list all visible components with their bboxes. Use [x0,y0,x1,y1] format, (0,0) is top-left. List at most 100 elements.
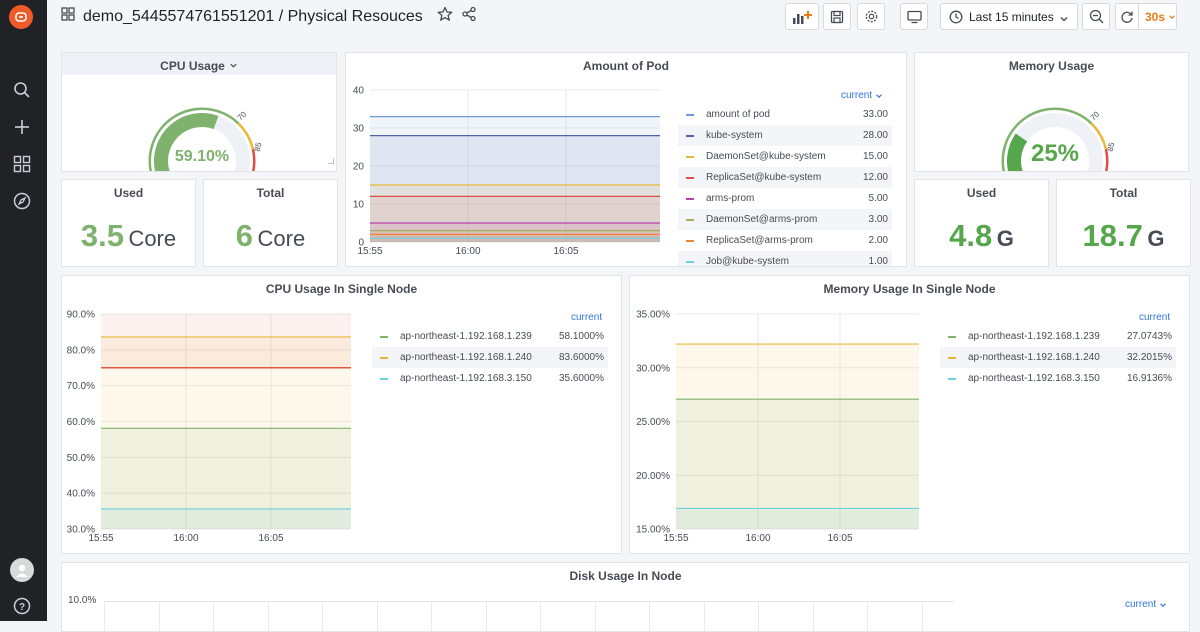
legend-header-label[interactable]: current [571,312,602,323]
svg-text:?: ? [19,602,25,613]
legend-item[interactable]: arms-prom 5.00 [678,188,892,209]
legend-series-name[interactable]: kube-system [706,130,863,141]
grid-line [703,602,705,631]
legend-series-name[interactable]: ap-northeast-1.192.168.3.150 [968,373,1127,384]
legend-current-value: 2.00 [868,235,888,246]
panel-title[interactable]: CPU Usage In Single Node [62,282,621,296]
clock-icon [949,10,963,23]
refresh-picker[interactable]: 30s [1115,3,1177,30]
chevron-down-icon[interactable] [229,59,238,73]
memory-node-legend: ap-northeast-1.192.168.1.239 27.0743% ap-n… [940,326,1176,389]
legend-series-name[interactable]: DaemonSet@kube-system [706,151,863,162]
legend-series-name[interactable]: ReplicaSet@arms-prom [706,235,869,246]
legend-header-label[interactable]: current [1139,312,1170,323]
chevron-down-icon [876,93,882,98]
y-axis-tick: 40.0% [67,489,95,500]
legend-item[interactable]: ap-northeast-1.192.168.1.239 58.1000% [372,326,608,347]
legend-series-name[interactable]: ap-northeast-1.192.168.1.240 [400,352,559,363]
x-axis-tick: 16:05 [553,246,578,257]
x-axis-tick: 16:00 [173,533,198,544]
cpu-node-graph[interactable]: 30.0%40.0%50.0%60.0%70.0%80.0%90.0%15:55… [62,306,362,551]
user-avatar[interactable] [10,558,34,582]
legend-series-name[interactable]: DaemonSet@arms-prom [706,214,869,225]
grid-line [431,602,432,631]
dashboards-icon[interactable] [11,153,33,175]
legend-series-name[interactable]: amount of pod [706,109,863,120]
y-axis-tick: 35.00% [636,310,670,321]
time-range-picker[interactable]: Last 15 minutes [940,3,1078,30]
legend-item[interactable]: ap-northeast-1.192.168.3.150 16.9136% [940,368,1176,389]
pod-graph[interactable]: 01020304015:55 16:00 16:05 [346,81,676,267]
legend-item[interactable]: ReplicaSet@arms-prom 2.00 [678,230,892,251]
legend-item[interactable]: ReplicaSet@kube-system 12.00 [678,167,892,188]
legend-swatch [686,176,694,179]
panel-title[interactable]: Memory Usage [915,59,1188,73]
legend-series-name[interactable]: ap-northeast-1.192.168.1.240 [968,352,1127,363]
explore-compass-icon[interactable] [11,190,33,212]
y-axis-tick: 90.0% [67,310,95,321]
stat-unit: Core [128,226,177,251]
legend-series-name[interactable]: Job@kube-system [706,256,869,266]
grid-line [921,602,923,631]
legend-item[interactable]: ap-northeast-1.192.168.1.240 83.6000% [372,347,608,368]
dashboard-title[interactable]: demo_5445574761551201 / Physical Resouce… [83,8,423,26]
settings-button[interactable] [857,3,885,30]
help-icon[interactable]: ? [11,595,33,617]
panel-title[interactable]: Amount of Pod [346,59,906,73]
legend-swatch [686,113,694,116]
legend-series-name[interactable]: ap-northeast-1.192.168.1.239 [400,331,559,342]
legend-series-name[interactable]: arms-prom [706,193,869,204]
grafana-logo[interactable] [9,5,33,29]
y-axis-tick: 60.0% [67,417,95,428]
legend-item[interactable]: amount of pod 33.00 [678,104,892,125]
legend-item[interactable]: kube-system 28.00 [678,125,892,146]
y-axis-tick: 10 [353,200,365,211]
legend-series-name[interactable]: ap-northeast-1.192.168.3.150 [400,373,559,384]
stat-value: 3.5 [80,218,124,253]
add-panel-button[interactable] [785,3,819,30]
grid-line [594,602,596,631]
stat-unit: G [996,226,1014,251]
legend-item[interactable]: DaemonSet@arms-prom 3.00 [678,209,892,230]
share-icon[interactable] [461,6,477,27]
panel-title[interactable]: Disk Usage In Node [62,569,1189,583]
legend-item[interactable]: ap-northeast-1.192.168.3.150 35.6000% [372,368,608,389]
legend-current-value: 1.00 [868,256,888,267]
gauge-threshold-label: 70 [236,109,249,122]
legend-item[interactable]: DaemonSet@kube-system 15.00 [678,146,892,167]
refresh-icon[interactable] [1116,4,1139,29]
panel-title[interactable]: Memory Usage In Single Node [630,282,1189,296]
legend-series-name[interactable]: ReplicaSet@kube-system [706,172,863,183]
resize-handle-icon[interactable] [328,151,335,169]
memory-node-graph[interactable]: 15.00%20.00%25.00%30.00%35.00%15:55 16:00… [630,306,930,551]
star-icon[interactable] [437,6,453,27]
plus-icon[interactable] [11,116,33,138]
legend-item[interactable]: ap-northeast-1.192.168.1.240 32.2015% [940,347,1176,368]
legend-current-value: 28.00 [862,130,888,141]
grid-line [485,602,487,631]
stat-unit: G [1147,226,1165,251]
panel-title[interactable]: Total [1057,186,1190,200]
threshold-band-red [251,148,256,171]
panel-title[interactable]: Total [204,186,337,200]
memory-total-panel: Total 18.7 G [1056,179,1191,267]
add-panel-icon [793,10,812,24]
panel-title[interactable]: Used [915,186,1048,200]
legend-item[interactable]: Job@kube-system 1.00 [678,251,892,267]
legend-current-value: 15.00 [862,151,888,162]
stat-unit: Core [257,226,306,251]
panel-title[interactable]: CPU Usage [160,59,225,73]
save-dashboard-button[interactable] [823,3,851,30]
tv-mode-button[interactable] [900,3,928,30]
memory-single-node-panel: Memory Usage In Single Node 15.00% 20.00%… [629,275,1190,554]
legend-item[interactable]: ap-northeast-1.192.168.1.239 27.0743% [940,326,1176,347]
panel-title[interactable]: Used [62,186,195,200]
search-icon[interactable] [11,79,33,101]
zoom-out-button[interactable] [1082,3,1110,30]
legend-series-name[interactable]: ap-northeast-1.192.168.1.239 [968,331,1127,342]
legend-swatch [686,155,694,158]
legend-sort-header[interactable]: current [1125,599,1167,610]
legend-sort-header[interactable]: current [841,90,883,101]
disk-graph[interactable] [104,601,954,631]
zoom-out-icon [1089,9,1103,24]
